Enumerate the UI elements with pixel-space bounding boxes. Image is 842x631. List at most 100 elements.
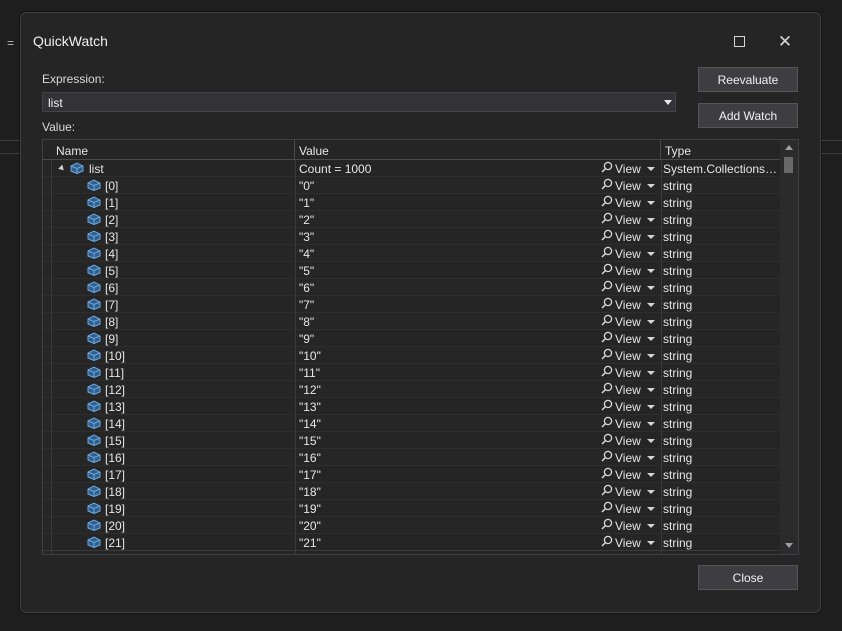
row-type: System.Collections.Generic.List<string> xyxy=(663,162,779,176)
chevron-down-icon[interactable] xyxy=(646,489,655,494)
chevron-down-icon[interactable] xyxy=(646,540,655,545)
table-row[interactable]: [2] "2" View string xyxy=(43,211,780,228)
view-visualizer-button[interactable]: View xyxy=(601,348,655,363)
magnifier-icon xyxy=(601,161,615,176)
reevaluate-button[interactable]: Reevaluate xyxy=(698,67,798,92)
chevron-down-icon[interactable] xyxy=(646,183,655,188)
chevron-down-icon[interactable] xyxy=(646,302,655,307)
column-header-type[interactable]: Type xyxy=(661,140,780,159)
chevron-down-icon[interactable] xyxy=(646,268,655,273)
view-visualizer-button[interactable]: View xyxy=(601,467,655,482)
table-row[interactable]: [19] "19" View string xyxy=(43,500,780,517)
chevron-down-icon[interactable] xyxy=(646,455,655,460)
view-visualizer-button[interactable]: View xyxy=(601,161,655,176)
magnifier-icon xyxy=(601,297,615,312)
table-row[interactable]: [17] "17" View string xyxy=(43,466,780,483)
table-row[interactable]: [13] "13" View string xyxy=(43,398,780,415)
table-row[interactable]: [12] "12" View string xyxy=(43,381,780,398)
chevron-down-icon[interactable] xyxy=(646,217,655,222)
table-row[interactable]: [16] "16" View string xyxy=(43,449,780,466)
scrollbar-thumb[interactable] xyxy=(784,157,793,173)
chevron-down-icon[interactable] xyxy=(646,319,655,324)
table-row[interactable]: [14] "14" View string xyxy=(43,415,780,432)
row-name: [19] xyxy=(105,502,126,516)
view-visualizer-button[interactable]: View xyxy=(601,263,655,278)
add-watch-button[interactable]: Add Watch xyxy=(698,103,798,128)
grid-bottom-line xyxy=(43,550,780,551)
view-visualizer-button[interactable]: View xyxy=(601,195,655,210)
close-window-button[interactable]: ✕ xyxy=(771,31,799,51)
magnifier-icon xyxy=(601,382,615,397)
view-visualizer-button[interactable]: View xyxy=(601,518,655,533)
table-row[interactable]: [6] "6" View string xyxy=(43,279,780,296)
chevron-down-icon[interactable] xyxy=(646,472,655,477)
table-row[interactable]: [20] "20" View string xyxy=(43,517,780,534)
magnifier-icon xyxy=(601,314,615,329)
table-row[interactable]: [1] "1" View string xyxy=(43,194,780,211)
view-visualizer-button[interactable]: View xyxy=(601,484,655,499)
chevron-down-icon[interactable] xyxy=(646,234,655,239)
view-label: View xyxy=(615,467,641,482)
chevron-down-icon[interactable] xyxy=(646,251,655,256)
dialog-title: QuickWatch xyxy=(33,33,108,49)
expression-combobox[interactable]: list xyxy=(42,92,676,112)
expand-toggle-icon[interactable] xyxy=(58,164,66,173)
scroll-down-icon[interactable] xyxy=(785,543,793,548)
view-visualizer-button[interactable]: View xyxy=(601,416,655,431)
row-name: [12] xyxy=(105,383,126,397)
close-button[interactable]: Close xyxy=(698,565,798,590)
chevron-down-icon[interactable] xyxy=(646,336,655,341)
table-row[interactable]: [4] "4" View string xyxy=(43,245,780,262)
view-label: View xyxy=(615,314,641,329)
scroll-up-icon[interactable] xyxy=(785,145,793,150)
view-visualizer-button[interactable]: View xyxy=(601,297,655,312)
row-name: [2] xyxy=(105,213,119,227)
chevron-down-icon[interactable] xyxy=(646,421,655,426)
magnifier-icon xyxy=(601,263,615,278)
table-row[interactable]: [3] "3" View string xyxy=(43,228,780,245)
view-visualizer-button[interactable]: View xyxy=(601,331,655,346)
expression-input[interactable]: list xyxy=(48,96,63,110)
table-row[interactable]: [5] "5" View string xyxy=(43,262,780,279)
view-visualizer-button[interactable]: View xyxy=(601,501,655,516)
table-row[interactable]: [10] "10" View string xyxy=(43,347,780,364)
column-header-value[interactable]: Value xyxy=(295,140,661,159)
dropdown-arrow-icon[interactable] xyxy=(664,100,672,105)
table-row[interactable]: [18] "18" View string xyxy=(43,483,780,500)
table-row[interactable]: [21] "21" View string xyxy=(43,534,780,551)
chevron-down-icon[interactable] xyxy=(646,506,655,511)
chevron-down-icon[interactable] xyxy=(646,370,655,375)
view-visualizer-button[interactable]: View xyxy=(601,246,655,261)
chevron-down-icon[interactable] xyxy=(646,438,655,443)
maximize-button[interactable] xyxy=(725,31,753,51)
chevron-down-icon[interactable] xyxy=(646,387,655,392)
view-visualizer-button[interactable]: View xyxy=(601,212,655,227)
chevron-down-icon[interactable] xyxy=(646,285,655,290)
tree-root-row[interactable]: list Count = 1000 View System.Collections.G… xyxy=(43,160,780,177)
view-visualizer-button[interactable]: View xyxy=(601,450,655,465)
chevron-down-icon[interactable] xyxy=(646,200,655,205)
table-row[interactable]: [8] "8" View string xyxy=(43,313,780,330)
chevron-down-icon[interactable] xyxy=(646,523,655,528)
table-row[interactable]: [9] "9" View string xyxy=(43,330,780,347)
table-row[interactable]: [15] "15" View string xyxy=(43,432,780,449)
view-visualizer-button[interactable]: View xyxy=(601,178,655,193)
row-name: [1] xyxy=(105,196,119,210)
view-visualizer-button[interactable]: View xyxy=(601,535,655,550)
chevron-down-icon[interactable] xyxy=(646,404,655,409)
view-visualizer-button[interactable]: View xyxy=(601,382,655,397)
chevron-down-icon[interactable] xyxy=(646,166,655,171)
view-visualizer-button[interactable]: View xyxy=(601,365,655,380)
view-visualizer-button[interactable]: View xyxy=(601,229,655,244)
view-visualizer-button[interactable]: View xyxy=(601,433,655,448)
table-row[interactable]: [11] "11" View string xyxy=(43,364,780,381)
view-visualizer-button[interactable]: View xyxy=(601,314,655,329)
table-row[interactable]: [0] "0" View string xyxy=(43,177,780,194)
view-visualizer-button[interactable]: View xyxy=(601,280,655,295)
field-icon xyxy=(87,298,101,311)
chevron-down-icon[interactable] xyxy=(646,353,655,358)
vertical-scrollbar[interactable] xyxy=(780,140,798,554)
table-row[interactable]: [7] "7" View string xyxy=(43,296,780,313)
view-visualizer-button[interactable]: View xyxy=(601,399,655,414)
column-header-name[interactable]: Name xyxy=(43,140,295,159)
